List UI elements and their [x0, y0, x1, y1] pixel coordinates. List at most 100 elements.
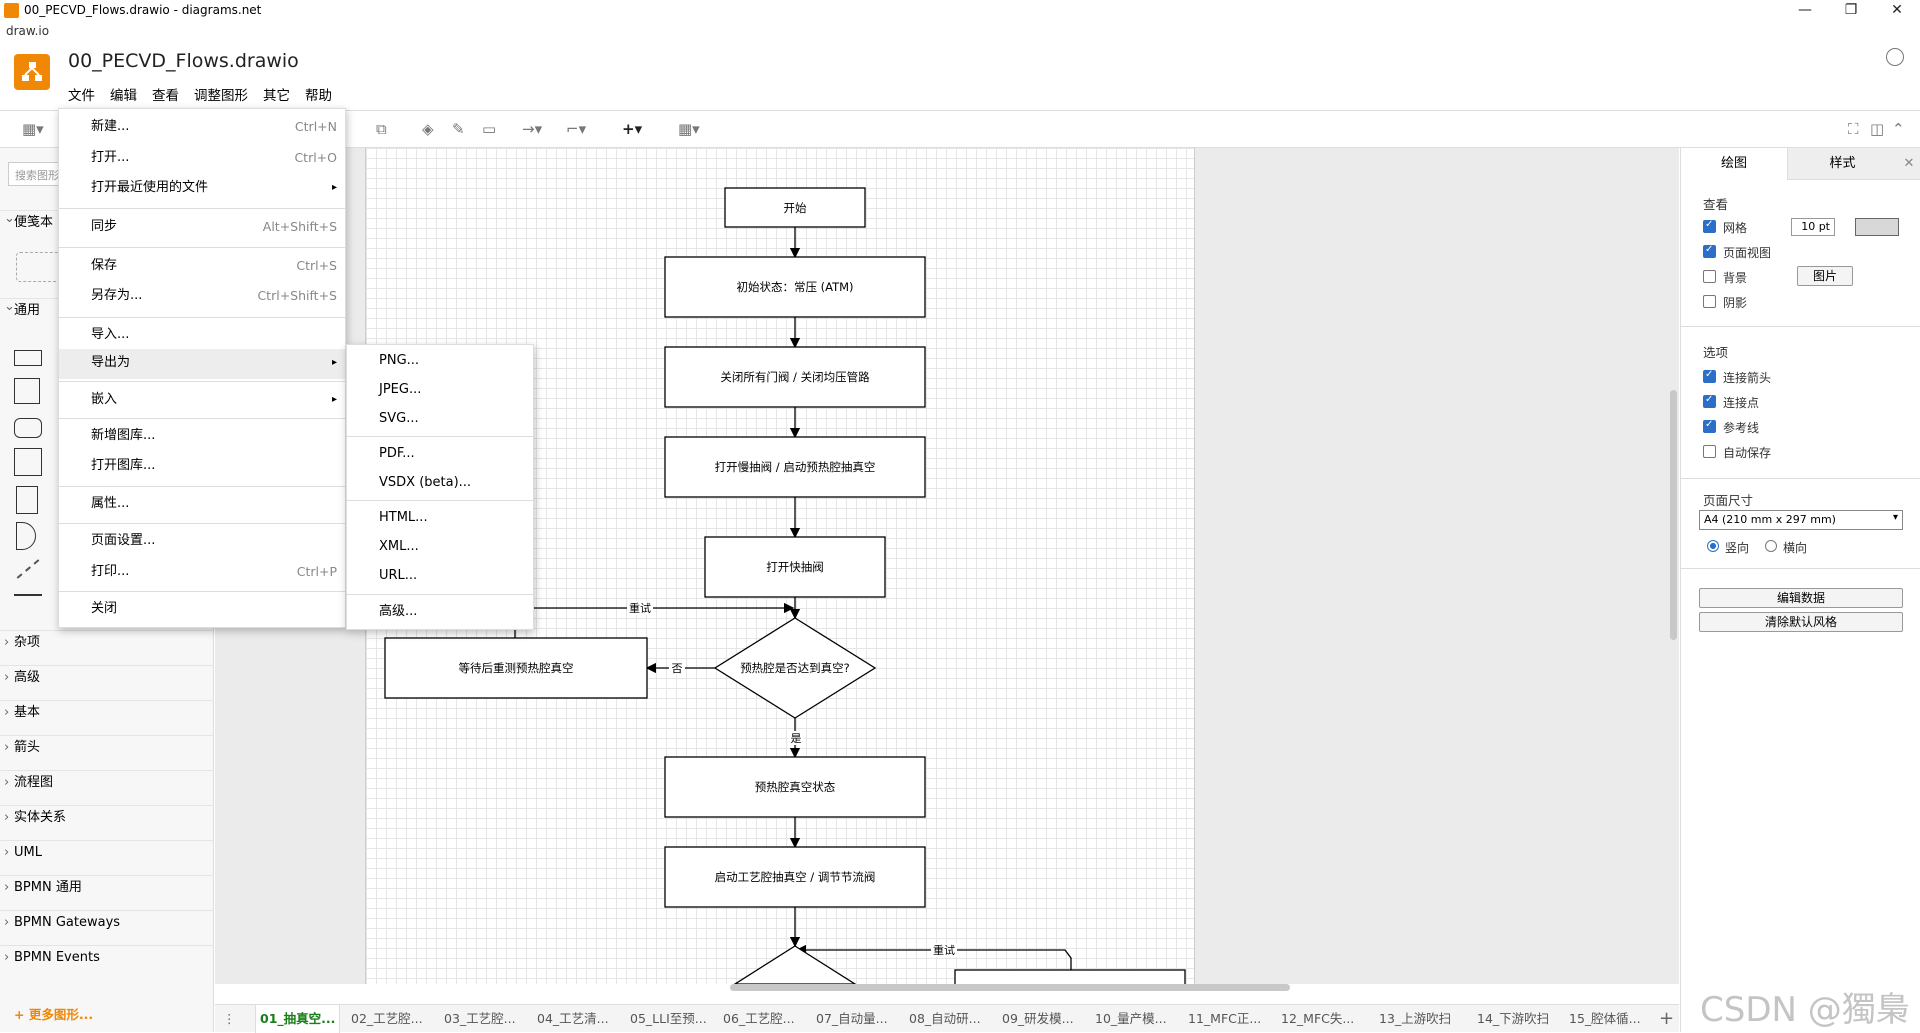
background-image-button[interactable]: 图片 [1797, 266, 1853, 286]
portrait-radio[interactable] [1707, 540, 1719, 552]
line-shape[interactable] [14, 594, 42, 596]
page-tab[interactable]: 02_工艺腔... [347, 1005, 427, 1033]
export-pdf[interactable]: PDF... [347, 440, 533, 468]
to-front-icon[interactable]: ⧉ [376, 120, 387, 140]
clear-default-style-button[interactable]: 清除默认风格 [1699, 612, 1903, 632]
export-jpeg[interactable]: JPEG... [347, 376, 533, 404]
page-tab[interactable]: 03_工艺腔... [440, 1005, 520, 1033]
export-html[interactable]: HTML... [347, 504, 533, 532]
table-icon[interactable]: ▦▾ [678, 120, 700, 140]
menu-extras[interactable]: 其它 [263, 84, 298, 104]
collapse-icon[interactable]: ⌃ [1892, 120, 1905, 140]
hexagon-shape[interactable] [14, 418, 42, 438]
connection-arrows-checkbox[interactable] [1703, 369, 1716, 383]
menu-item-new-library[interactable]: 新增图库... [59, 422, 345, 450]
pages-menu-icon[interactable]: ⋮ [219, 1005, 240, 1033]
fill-color-icon[interactable]: ◈ [422, 120, 434, 140]
section-entity-relation[interactable]: 实体关系 [0, 805, 214, 830]
section-advanced[interactable]: 高级 [0, 665, 214, 690]
dashed-line-shape[interactable] [16, 559, 40, 579]
delay-shape[interactable] [16, 522, 36, 550]
section-uml[interactable]: UML [0, 840, 214, 865]
horizontal-scrollbar[interactable] [730, 984, 1290, 991]
tab-style[interactable]: 样式 [1787, 148, 1897, 180]
document-name[interactable]: 00_PECVD_Flows.drawio [68, 50, 299, 72]
square-shape[interactable] [14, 378, 40, 404]
language-globe-icon[interactable] [1886, 48, 1904, 66]
page-tab[interactable]: 04_工艺清... [533, 1005, 613, 1033]
page-tab[interactable]: 06_工艺腔... [719, 1005, 799, 1033]
menu-arrange[interactable]: 调整图形 [194, 84, 256, 104]
section-misc[interactable]: 杂项 [0, 630, 214, 655]
export-png[interactable]: PNG... [347, 347, 533, 375]
page-tab[interactable]: 13_上游吹扫 [1375, 1005, 1455, 1033]
page-tab[interactable]: 01_抽真空... [255, 1005, 341, 1033]
menu-item-embed[interactable]: 嵌入 ▸ [59, 386, 345, 414]
format-panel-toggle-icon[interactable]: ▦▾ [22, 120, 44, 140]
guides-checkbox[interactable] [1703, 419, 1716, 433]
page-tab[interactable]: 05_LLI至预... [626, 1005, 711, 1033]
connection-points-checkbox[interactable] [1703, 394, 1716, 408]
close-window-button[interactable]: ✕ [1874, 0, 1920, 22]
section-flowchart[interactable]: 流程图 [0, 770, 214, 795]
vertical-scrollbar[interactable] [1670, 390, 1677, 640]
maximize-button[interactable]: ❐ [1828, 0, 1874, 22]
table-shape[interactable] [14, 448, 42, 476]
menu-item-save-as[interactable]: 另存为... Ctrl+Shift+S [59, 282, 345, 310]
line-color-icon[interactable]: ✎ [452, 120, 465, 140]
menu-item-open-recent[interactable]: 打开最近使用的文件 ▸ [59, 174, 345, 202]
page-size-select[interactable]: A4 (210 mm x 297 mm) ▾ [1699, 510, 1903, 530]
minimize-button[interactable]: — [1782, 0, 1828, 22]
rectangle-shape[interactable] [14, 350, 42, 366]
tab-diagram[interactable]: 绘图 [1681, 148, 1787, 180]
insert-icon[interactable]: +▾ [622, 120, 642, 140]
waypoints-icon[interactable]: ⌐▾ [566, 120, 586, 140]
landscape-radio[interactable] [1765, 540, 1777, 552]
grid-size-input[interactable]: 10 pt [1791, 218, 1835, 236]
menu-item-save[interactable]: 保存 Ctrl+S [59, 252, 345, 280]
document-shape[interactable] [16, 486, 38, 514]
background-checkbox[interactable] [1703, 270, 1716, 283]
menu-item-open-library[interactable]: 打开图库... [59, 452, 345, 480]
menu-file[interactable]: 文件 [68, 84, 103, 104]
shadow-checkbox[interactable] [1703, 295, 1716, 308]
grid-color-swatch[interactable] [1855, 218, 1899, 236]
grid-checkbox[interactable] [1703, 219, 1716, 233]
menu-item-properties[interactable]: 属性... [59, 490, 345, 518]
export-svg[interactable]: SVG... [347, 405, 533, 433]
menu-item-import[interactable]: 导入... [59, 321, 345, 349]
autosave-checkbox[interactable] [1703, 445, 1716, 458]
page-tab[interactable]: 08_自动研... [905, 1005, 985, 1033]
menu-item-sync[interactable]: 同步 Alt+Shift+S [59, 213, 345, 241]
export-advanced[interactable]: 高级... [347, 598, 533, 626]
fullscreen-icon[interactable]: ⛶ [1848, 120, 1859, 140]
menu-item-open[interactable]: 打开... Ctrl+O [59, 144, 345, 172]
connection-icon[interactable]: →▾ [522, 120, 542, 140]
menu-view[interactable]: 查看 [152, 84, 187, 104]
section-arrows[interactable]: 箭头 [0, 735, 214, 760]
panel-icon[interactable]: ◫ [1870, 120, 1884, 140]
edit-data-button[interactable]: 编辑数据 [1699, 588, 1903, 608]
section-bpmn-gateways[interactable]: BPMN Gateways [0, 910, 214, 935]
menu-item-print[interactable]: 打印... Ctrl+P [59, 558, 345, 586]
add-page-icon[interactable]: + [1655, 1005, 1678, 1033]
page-tab[interactable]: 11_MFC正... [1184, 1005, 1265, 1033]
page-view-checkbox[interactable] [1703, 244, 1716, 258]
section-bpmn-events[interactable]: BPMN Events [0, 945, 214, 970]
page-tab[interactable]: 07_自动量... [812, 1005, 892, 1033]
menu-edit[interactable]: 编辑 [110, 84, 145, 104]
page-tab[interactable]: 10_量产模... [1091, 1005, 1171, 1033]
page-tab[interactable]: 15_腔体循... [1565, 1005, 1645, 1033]
page-tab[interactable]: 12_MFC失... [1277, 1005, 1358, 1033]
export-vsdx[interactable]: VSDX (beta)... [347, 469, 533, 497]
page-tab[interactable]: 14_下游吹扫 [1473, 1005, 1553, 1033]
export-xml[interactable]: XML... [347, 533, 533, 561]
section-bpmn-general[interactable]: BPMN 通用 [0, 875, 214, 900]
shadow-icon[interactable]: ▭ [482, 120, 496, 140]
section-basic[interactable]: 基本 [0, 700, 214, 725]
page-tab[interactable]: 09_研发模... [998, 1005, 1078, 1033]
menu-item-page-setup[interactable]: 页面设置... [59, 527, 345, 555]
menu-help[interactable]: 帮助 [305, 84, 340, 104]
more-shapes-button[interactable]: + 更多图形... [14, 1004, 93, 1023]
close-panel-icon[interactable]: ✕ [1897, 148, 1920, 180]
